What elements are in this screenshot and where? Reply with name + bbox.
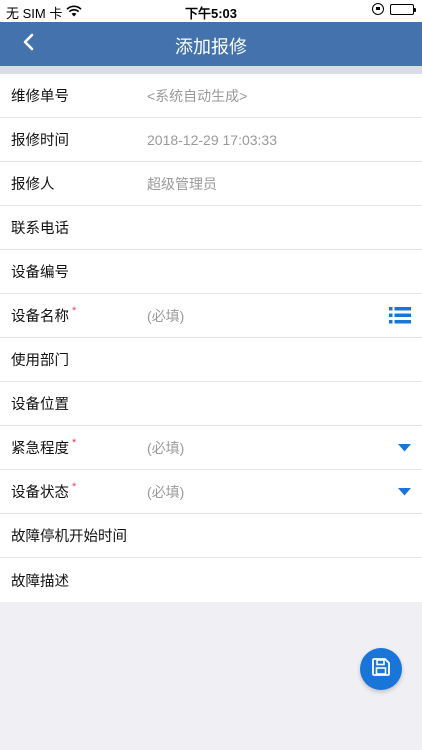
form-row-urgency[interactable]: 紧急程度 * (必填)	[0, 426, 422, 470]
status-bar: 无 SIM 卡 下午5:03	[0, 0, 422, 22]
page-title: 添加报修	[175, 37, 247, 57]
form-row-fault-desc[interactable]: 故障描述	[0, 558, 422, 602]
form-row-device-name[interactable]: 设备名称 * (必填)	[0, 294, 422, 338]
field-label: 设备名称 *	[11, 305, 77, 325]
form-row-device-no[interactable]: 设备编号	[0, 250, 422, 294]
field-label: 紧急程度 *	[11, 437, 77, 457]
form-row-department[interactable]: 使用部门	[0, 338, 422, 382]
field-label: 报修人	[11, 177, 55, 193]
required-mark: *	[72, 481, 77, 493]
repair-time-value[interactable]: 2018-12-29 17:03:33	[147, 132, 277, 148]
form-row-location[interactable]: 设备位置	[0, 382, 422, 426]
nav-divider	[0, 66, 422, 74]
field-label: 故障描述	[11, 573, 69, 590]
save-icon	[372, 657, 390, 681]
repair-form: 维修单号 <系统自动生成> 报修时间 2018-12-29 17:03:33 报…	[0, 74, 422, 602]
caret-down-icon[interactable]	[398, 443, 411, 452]
field-label: 维修单号	[11, 89, 69, 105]
urgency-select[interactable]: (必填)	[147, 438, 184, 458]
save-button[interactable]	[360, 648, 402, 690]
form-row-phone[interactable]: 联系电话	[0, 206, 422, 250]
required-mark: *	[72, 305, 77, 317]
required-mark: *	[72, 437, 77, 449]
battery-icon	[390, 3, 416, 15]
field-label: 设备状态 *	[11, 481, 77, 501]
field-label: 报修时间	[11, 133, 69, 149]
form-row-device-status[interactable]: 设备状态 * (必填)	[0, 470, 422, 514]
field-label: 联系电话	[11, 221, 69, 237]
orientation-lock-icon	[372, 3, 384, 15]
field-label: 故障停机开始时间	[11, 529, 127, 545]
device-status-select[interactable]: (必填)	[147, 482, 184, 502]
repair-no-value: <系统自动生成>	[147, 87, 248, 104]
status-right	[372, 3, 416, 15]
field-label: 设备编号	[11, 265, 69, 281]
form-row-reporter: 报修人 超级管理员	[0, 162, 422, 206]
reporter-value: 超级管理员	[147, 175, 217, 192]
nav-bar: 添加报修	[0, 22, 422, 66]
device-name-input[interactable]: (必填)	[147, 306, 184, 326]
form-row-repair-time[interactable]: 报修时间 2018-12-29 17:03:33	[0, 118, 422, 162]
field-label: 设备位置	[11, 397, 69, 413]
list-icon[interactable]	[389, 307, 411, 324]
form-row-repair-no: 维修单号 <系统自动生成>	[0, 74, 422, 118]
caret-down-icon[interactable]	[398, 487, 411, 496]
field-label: 使用部门	[11, 353, 69, 369]
status-time: 下午5:03	[184, 6, 238, 21]
form-row-downtime-start[interactable]: 故障停机开始时间	[0, 514, 422, 558]
